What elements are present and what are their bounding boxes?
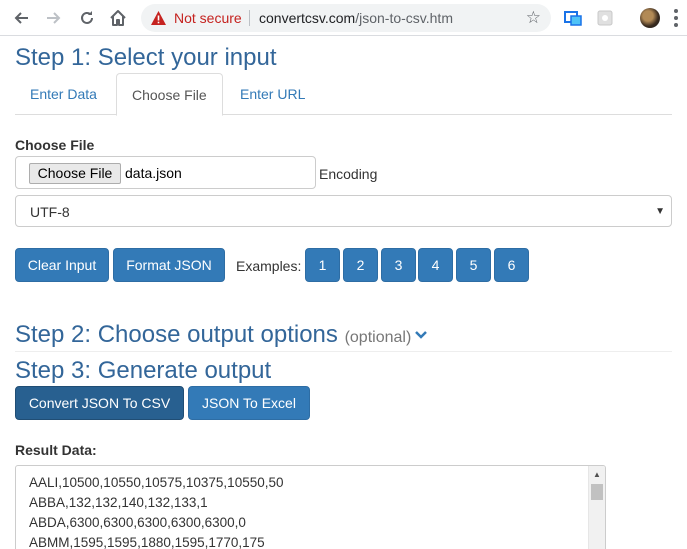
clear-input-button[interactable]: Clear Input	[15, 248, 109, 282]
browser-toolbar: Not secure convertcsv.com/json-to-csv.ht…	[0, 0, 687, 36]
format-json-button[interactable]: Format JSON	[113, 248, 225, 282]
forward-icon[interactable]	[42, 6, 66, 30]
convert-json-to-csv-button[interactable]: Convert JSON To CSV	[15, 386, 184, 420]
menu-kebab-icon[interactable]	[674, 9, 678, 27]
encoding-value: UTF-8	[30, 204, 70, 220]
result-textarea[interactable]: AALI,10500,10550,10575,10375,10550,50 AB…	[15, 465, 606, 549]
result-line: ABMM,1595,1595,1880,1595,1770,175	[29, 535, 265, 549]
file-input[interactable]: Choose File data.json	[15, 156, 316, 189]
chevron-down-icon[interactable]	[415, 328, 428, 343]
result-line: ABDA,6300,6300,6300,6300,6300,0	[29, 515, 246, 530]
vertical-scrollbar[interactable]: ▲	[588, 466, 605, 549]
file-name: data.json	[125, 165, 182, 181]
tab-enter-url[interactable]: Enter URL	[225, 73, 320, 115]
security-label[interactable]: Not secure	[174, 10, 242, 26]
choose-file-label: Choose File	[15, 137, 95, 153]
example-button-4[interactable]: 4	[418, 248, 453, 282]
tab-enter-data[interactable]: Enter Data	[15, 73, 112, 115]
url-host: convertcsv.com	[259, 10, 356, 26]
result-line: ABBA,132,132,140,132,133,1	[29, 495, 208, 510]
address-bar[interactable]: Not secure convertcsv.com/json-to-csv.ht…	[141, 4, 551, 32]
json-to-excel-button[interactable]: JSON To Excel	[188, 386, 310, 420]
step3-heading: Step 3: Generate output	[15, 357, 272, 384]
tab-choose-file[interactable]: Choose File	[116, 73, 223, 116]
dropdown-caret-icon: ▼	[655, 206, 665, 217]
result-line: AALI,10500,10550,10575,10375,10550,50	[29, 475, 284, 490]
scroll-up-icon[interactable]: ▲	[593, 470, 601, 479]
section-divider	[15, 351, 672, 352]
scroll-thumb[interactable]	[591, 484, 603, 500]
example-button-1[interactable]: 1	[305, 248, 340, 282]
example-button-2[interactable]: 2	[343, 248, 378, 282]
home-icon[interactable]	[106, 6, 130, 30]
encoding-select[interactable]: UTF-8 ▼	[15, 195, 672, 227]
url-path: /json-to-csv.htm	[355, 10, 453, 26]
input-tabs: Enter Data Choose File Enter URL	[15, 73, 672, 116]
extension-cast-icon[interactable]	[564, 9, 582, 27]
back-icon[interactable]	[9, 6, 33, 30]
examples-label: Examples:	[236, 258, 302, 274]
url-text[interactable]: convertcsv.com/json-to-csv.htm	[259, 10, 453, 26]
profile-avatar[interactable]	[640, 8, 660, 28]
address-separator	[249, 10, 250, 26]
warning-icon	[150, 10, 167, 31]
optional-label: (optional)	[344, 329, 412, 346]
step2-heading[interactable]: Step 2: Choose output options (optional)	[15, 321, 428, 349]
example-button-5[interactable]: 5	[456, 248, 491, 282]
bookmark-star-icon[interactable]: ☆	[526, 8, 541, 28]
result-data-label: Result Data:	[15, 442, 97, 458]
step1-heading: Step 1: Select your input	[15, 44, 277, 71]
choose-file-button[interactable]: Choose File	[29, 163, 121, 184]
step2-title: Step 2: Choose output options	[15, 321, 338, 348]
encoding-label: Encoding	[319, 166, 378, 182]
example-button-3[interactable]: 3	[381, 248, 416, 282]
extension-puzzle-icon[interactable]	[596, 9, 614, 27]
example-button-6[interactable]: 6	[494, 248, 529, 282]
reload-icon[interactable]	[75, 6, 99, 30]
